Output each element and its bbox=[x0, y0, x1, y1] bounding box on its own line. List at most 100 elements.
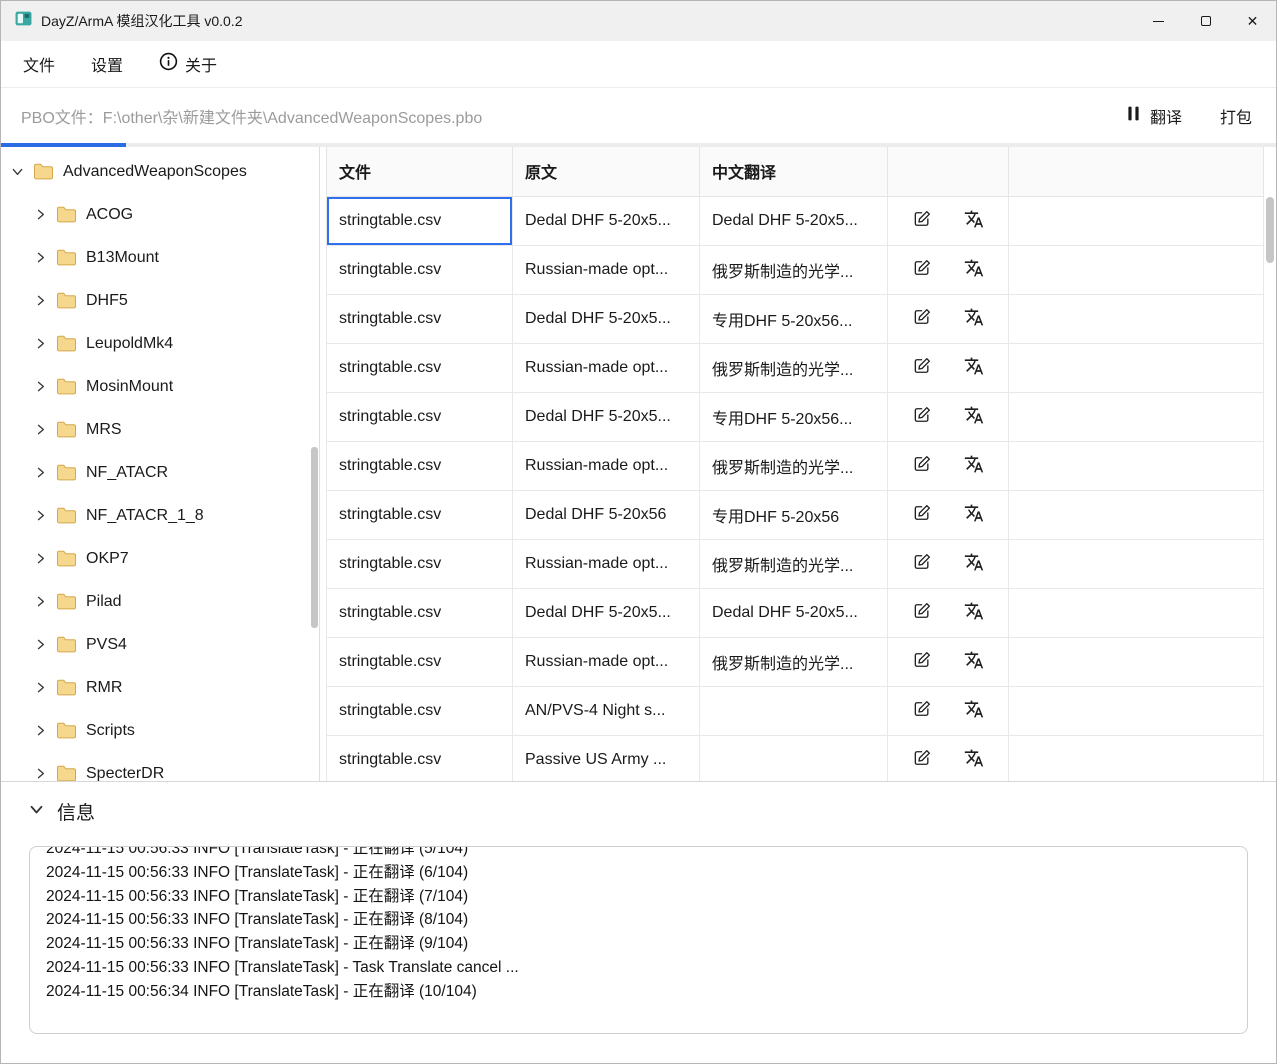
edit-button[interactable] bbox=[910, 452, 934, 479]
table-row[interactable]: stringtable.csv Russian-made opt... 俄罗斯制… bbox=[327, 441, 1264, 490]
translate-row-button[interactable] bbox=[962, 697, 986, 724]
tree-item[interactable]: NF_ATACR_1_8 bbox=[1, 494, 319, 537]
chevron-right-icon[interactable] bbox=[34, 767, 47, 780]
pack-button[interactable]: 打包 bbox=[1220, 104, 1252, 128]
table-row[interactable]: stringtable.csv Passive US Army ... bbox=[327, 735, 1264, 781]
tree-root-item[interactable]: AdvancedWeaponScopes bbox=[1, 150, 319, 193]
translate-row-button[interactable] bbox=[962, 354, 986, 381]
tree-item[interactable]: Pilad bbox=[1, 580, 319, 623]
cell-file[interactable]: stringtable.csv bbox=[327, 637, 513, 686]
tree-item[interactable]: ACOG bbox=[1, 193, 319, 236]
tree-item[interactable]: MRS bbox=[1, 408, 319, 451]
translate-row-button[interactable] bbox=[962, 501, 986, 528]
menu-about[interactable]: 关于 bbox=[159, 52, 217, 76]
table-row[interactable]: stringtable.csv Dedal DHF 5-20x5... Deda… bbox=[327, 196, 1264, 245]
tree-item[interactable]: DHF5 bbox=[1, 279, 319, 322]
translate-button[interactable]: 翻译 bbox=[1126, 104, 1182, 128]
cell-translation[interactable]: 专用DHF 5-20x56... bbox=[700, 294, 888, 343]
tree-item[interactable]: PVS4 bbox=[1, 623, 319, 666]
chevron-right-icon[interactable] bbox=[34, 509, 47, 522]
cell-translation[interactable] bbox=[700, 735, 888, 781]
cell-source[interactable]: Russian-made opt... bbox=[513, 441, 700, 490]
table-row[interactable]: stringtable.csv Russian-made opt... 俄罗斯制… bbox=[327, 343, 1264, 392]
cell-source[interactable]: Dedal DHF 5-20x5... bbox=[513, 196, 700, 245]
table-row[interactable]: stringtable.csv Russian-made opt... 俄罗斯制… bbox=[327, 245, 1264, 294]
table-scrollbar[interactable] bbox=[1264, 147, 1276, 781]
cell-translation[interactable]: Dedal DHF 5-20x5... bbox=[700, 196, 888, 245]
edit-button[interactable] bbox=[910, 305, 934, 332]
table-row[interactable]: stringtable.csv Dedal DHF 5-20x5... 专用DH… bbox=[327, 294, 1264, 343]
chevron-right-icon[interactable] bbox=[34, 681, 47, 694]
cell-source[interactable]: Dedal DHF 5-20x56 bbox=[513, 490, 700, 539]
cell-translation[interactable] bbox=[700, 686, 888, 735]
chevron-right-icon[interactable] bbox=[34, 552, 47, 565]
cell-file[interactable]: stringtable.csv bbox=[327, 441, 513, 490]
cell-file[interactable]: stringtable.csv bbox=[327, 196, 513, 245]
chevron-right-icon[interactable] bbox=[34, 423, 47, 436]
translate-row-button[interactable] bbox=[962, 256, 986, 283]
table-row[interactable]: stringtable.csv Russian-made opt... 俄罗斯制… bbox=[327, 539, 1264, 588]
cell-file[interactable]: stringtable.csv bbox=[327, 588, 513, 637]
chevron-right-icon[interactable] bbox=[34, 208, 47, 221]
edit-button[interactable] bbox=[910, 550, 934, 577]
translate-row-button[interactable] bbox=[962, 403, 986, 430]
chevron-right-icon[interactable] bbox=[34, 724, 47, 737]
tree-item[interactable]: NF_ATACR bbox=[1, 451, 319, 494]
table-row[interactable]: stringtable.csv Dedal DHF 5-20x5... Deda… bbox=[327, 588, 1264, 637]
cell-file[interactable]: stringtable.csv bbox=[327, 686, 513, 735]
cell-source[interactable]: Russian-made opt... bbox=[513, 539, 700, 588]
cell-source[interactable]: Dedal DHF 5-20x5... bbox=[513, 392, 700, 441]
table-row[interactable]: stringtable.csv Russian-made opt... 俄罗斯制… bbox=[327, 637, 1264, 686]
table-row[interactable]: stringtable.csv AN/PVS-4 Night s... bbox=[327, 686, 1264, 735]
translate-row-button[interactable] bbox=[962, 305, 986, 332]
cell-translation[interactable]: 俄罗斯制造的光学... bbox=[700, 637, 888, 686]
edit-button[interactable] bbox=[910, 403, 934, 430]
chevron-right-icon[interactable] bbox=[34, 251, 47, 264]
cell-translation[interactable]: 俄罗斯制造的光学... bbox=[700, 343, 888, 392]
tree-item[interactable]: Scripts bbox=[1, 709, 319, 752]
cell-translation[interactable]: 专用DHF 5-20x56... bbox=[700, 392, 888, 441]
cell-translation[interactable]: 专用DHF 5-20x56 bbox=[700, 490, 888, 539]
info-panel-header[interactable]: 信息 bbox=[1, 782, 1276, 825]
edit-button[interactable] bbox=[910, 501, 934, 528]
cell-file[interactable]: stringtable.csv bbox=[327, 735, 513, 781]
close-button[interactable]: ✕ bbox=[1229, 1, 1276, 41]
cell-source[interactable]: Passive US Army ... bbox=[513, 735, 700, 781]
edit-button[interactable] bbox=[910, 648, 934, 675]
tree-item[interactable]: B13Mount bbox=[1, 236, 319, 279]
cell-translation[interactable]: Dedal DHF 5-20x5... bbox=[700, 588, 888, 637]
translate-row-button[interactable] bbox=[962, 648, 986, 675]
tree-item[interactable]: LeupoldMk4 bbox=[1, 322, 319, 365]
minimize-button[interactable] bbox=[1135, 1, 1182, 41]
cell-file[interactable]: stringtable.csv bbox=[327, 343, 513, 392]
tree-item[interactable]: SpecterDR bbox=[1, 752, 319, 781]
chevron-right-icon[interactable] bbox=[34, 337, 47, 350]
chevron-right-icon[interactable] bbox=[34, 638, 47, 651]
cell-translation[interactable]: 俄罗斯制造的光学... bbox=[700, 441, 888, 490]
chevron-right-icon[interactable] bbox=[34, 294, 47, 307]
cell-file[interactable]: stringtable.csv bbox=[327, 294, 513, 343]
cell-source[interactable]: Dedal DHF 5-20x5... bbox=[513, 588, 700, 637]
tree-scrollbar[interactable] bbox=[311, 147, 318, 781]
translate-row-button[interactable] bbox=[962, 746, 986, 773]
tree-item[interactable]: OKP7 bbox=[1, 537, 319, 580]
cell-source[interactable]: AN/PVS-4 Night s... bbox=[513, 686, 700, 735]
edit-button[interactable] bbox=[910, 599, 934, 626]
translate-row-button[interactable] bbox=[962, 207, 986, 234]
cell-source[interactable]: Dedal DHF 5-20x5... bbox=[513, 294, 700, 343]
cell-source[interactable]: Russian-made opt... bbox=[513, 343, 700, 392]
menu-file[interactable]: 文件 bbox=[23, 52, 55, 76]
cell-source[interactable]: Russian-made opt... bbox=[513, 637, 700, 686]
cell-source[interactable]: Russian-made opt... bbox=[513, 245, 700, 294]
cell-file[interactable]: stringtable.csv bbox=[327, 539, 513, 588]
table-scrollbar-thumb[interactable] bbox=[1266, 197, 1274, 263]
chevron-right-icon[interactable] bbox=[34, 466, 47, 479]
cell-file[interactable]: stringtable.csv bbox=[327, 245, 513, 294]
chevron-right-icon[interactable] bbox=[34, 380, 47, 393]
tree-scrollbar-thumb[interactable] bbox=[311, 447, 318, 628]
cell-translation[interactable]: 俄罗斯制造的光学... bbox=[700, 539, 888, 588]
log-box[interactable]: 2024-11-15 00:56:33 INFO [TranslateTask]… bbox=[29, 846, 1248, 1034]
edit-button[interactable] bbox=[910, 746, 934, 773]
translate-row-button[interactable] bbox=[962, 550, 986, 577]
edit-button[interactable] bbox=[910, 256, 934, 283]
